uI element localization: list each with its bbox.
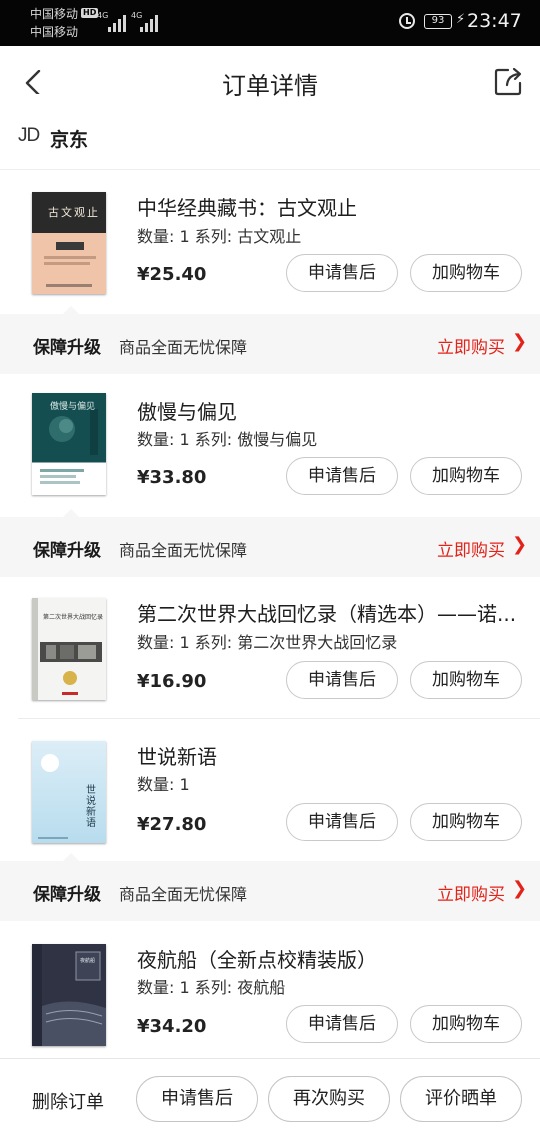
- product-spec: 数量: 1 系列: 夜航船: [137, 978, 286, 997]
- carrier-label-secondary: 中国移动: [30, 25, 79, 39]
- guarantee-upgrade-banner[interactable]: 保障升级 商品全面无忧保障 立即购买 ❯: [0, 853, 540, 921]
- page-title: 订单详情: [222, 72, 318, 100]
- add-to-cart-button[interactable]: 加购物车: [410, 661, 522, 699]
- chevron-right-icon: ❯: [512, 878, 528, 899]
- product-title[interactable]: 中华经典藏书：古文观止: [137, 192, 529, 221]
- carrier-label: 中国移动: [30, 7, 79, 21]
- chevron-right-icon: ❯: [512, 534, 528, 555]
- book-cover-image[interactable]: 夜航船: [32, 944, 106, 1046]
- share-icon[interactable]: [494, 66, 524, 96]
- product-spec: 数量: 1: [137, 775, 190, 794]
- book-cover-title: 傲慢与偏见: [50, 402, 96, 412]
- review-button[interactable]: 评价晒单: [400, 1076, 522, 1122]
- add-to-cart-button[interactable]: 加购物车: [410, 457, 522, 495]
- after-sale-button[interactable]: 申请售后: [286, 457, 398, 495]
- book-cover-title: 第二次世界大战回忆录: [43, 614, 104, 621]
- book-cover-image[interactable]: 傲慢与偏见: [32, 393, 106, 495]
- buy-now-link[interactable]: 立即购买: [437, 880, 505, 905]
- nav-header: 订单详情: [0, 46, 540, 118]
- book-cover-title: 世说新语: [86, 785, 96, 829]
- after-sale-button[interactable]: 申请售后: [286, 661, 398, 699]
- hd-badge: HD: [81, 8, 99, 18]
- product-item[interactable]: 傲慢与偏见 傲慢与偏见 数量: 1 系列: 傲慢与偏见 ¥33.80 申请售后 …: [0, 374, 540, 516]
- product-price: ¥33.80: [137, 467, 207, 488]
- product-spec: 数量: 1 系列: 第二次世界大战回忆录: [137, 633, 398, 652]
- guarantee-title: 保障升级: [33, 541, 101, 561]
- alarm-icon: [399, 13, 415, 29]
- product-price: ¥25.40: [137, 264, 207, 285]
- status-bar: 中国移动 中国移动 HD 4G 4G 93 ⚡ 23:47: [0, 0, 540, 46]
- book-cover-image[interactable]: 第二次世界大战回忆录: [32, 598, 106, 700]
- add-to-cart-button[interactable]: 加购物车: [410, 1005, 522, 1043]
- product-item[interactable]: 世说新语 世说新语 数量: 1 ¥27.80 申请售后 加购物车: [0, 719, 540, 861]
- shop-header[interactable]: JD 京东: [0, 118, 540, 170]
- guarantee-title: 保障升级: [33, 338, 101, 358]
- guarantee-upgrade-banner[interactable]: 保障升级 商品全面无忧保障 立即购买 ❯: [0, 509, 540, 577]
- signal-icon: [106, 12, 128, 32]
- product-title[interactable]: 傲慢与偏见: [137, 396, 529, 425]
- product-price: ¥27.80: [137, 814, 207, 835]
- book-cover-image[interactable]: 古文观止: [32, 192, 106, 294]
- product-price: ¥16.90: [137, 671, 207, 692]
- product-spec: 数量: 1 系列: 古文观止: [137, 227, 302, 246]
- rebuy-button[interactable]: 再次购买: [268, 1076, 390, 1122]
- product-spec: 数量: 1 系列: 傲慢与偏见: [137, 430, 318, 449]
- buy-now-link[interactable]: 立即购买: [437, 536, 505, 561]
- charging-icon: ⚡: [456, 12, 466, 27]
- clock: 23:47: [467, 10, 522, 32]
- guarantee-desc: 商品全面无忧保障: [119, 338, 248, 357]
- guarantee-desc: 商品全面无忧保障: [119, 541, 248, 560]
- product-item[interactable]: 古文观止 中华经典藏书：古文观止 数量: 1 系列: 古文观止 ¥25.40 申…: [0, 171, 540, 311]
- add-to-cart-button[interactable]: 加购物车: [410, 803, 522, 841]
- book-cover-title: 古文观止: [48, 206, 100, 219]
- bottom-action-bar: 删除订单 申请售后 再次购买 评价晒单: [0, 1058, 540, 1140]
- signal-icon: [138, 12, 160, 32]
- product-item[interactable]: 第二次世界大战回忆录 第二次世界大战回忆录（精选本）——诺... 数量: 1 系…: [0, 578, 540, 719]
- jd-logo: JD: [18, 125, 40, 146]
- order-after-sale-button[interactable]: 申请售后: [136, 1076, 258, 1122]
- buy-now-link[interactable]: 立即购买: [437, 333, 505, 358]
- product-title[interactable]: 世说新语: [137, 741, 529, 770]
- battery-icon: 93: [424, 14, 452, 29]
- add-to-cart-button[interactable]: 加购物车: [410, 254, 522, 292]
- guarantee-title: 保障升级: [33, 885, 101, 905]
- product-title[interactable]: 夜航船（全新点校精装版）: [137, 944, 529, 973]
- after-sale-button[interactable]: 申请售后: [286, 1005, 398, 1043]
- product-item[interactable]: 夜航船 夜航船（全新点校精装版） 数量: 1 系列: 夜航船 ¥34.20 申请…: [0, 922, 540, 1058]
- product-price: ¥34.20: [137, 1016, 207, 1037]
- guarantee-desc: 商品全面无忧保障: [119, 885, 248, 904]
- book-cover-title: 夜航船: [80, 958, 96, 964]
- after-sale-button[interactable]: 申请售后: [286, 254, 398, 292]
- shop-name: 京东: [50, 129, 89, 151]
- delete-order-button[interactable]: 删除订单: [32, 1088, 104, 1114]
- guarantee-upgrade-banner[interactable]: 保障升级 商品全面无忧保障 立即购买 ❯: [0, 306, 540, 374]
- book-cover-image[interactable]: 世说新语: [32, 741, 106, 843]
- chevron-right-icon: ❯: [512, 331, 528, 352]
- after-sale-button[interactable]: 申请售后: [286, 803, 398, 841]
- product-title[interactable]: 第二次世界大战回忆录（精选本）——诺...: [137, 598, 529, 627]
